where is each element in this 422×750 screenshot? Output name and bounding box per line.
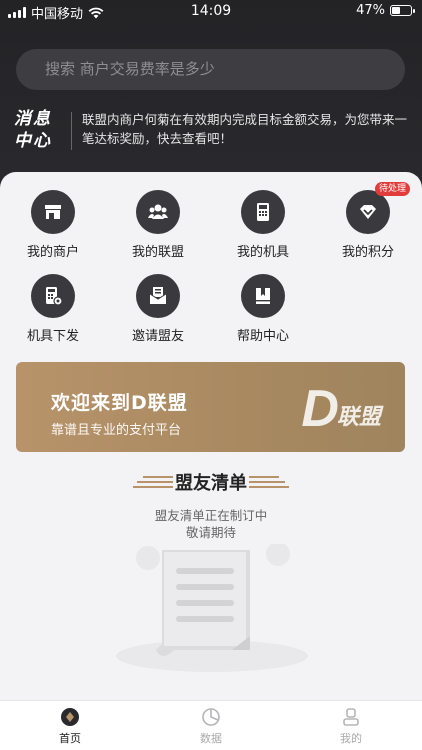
main-card: 我的商户 我的联盟 我的机具 待处理 我的积分 机具下发 邀请盟友 帮助中心 欢… — [0, 172, 422, 700]
tab-home[interactable]: 首页 — [30, 707, 110, 746]
grid-item-devices[interactable]: 我的机具 — [218, 190, 308, 260]
tab-mine-label: 我的 — [340, 732, 362, 745]
grid-label: 机具下发 — [26, 329, 79, 344]
pos-settings-icon — [31, 274, 75, 318]
message-center-notice[interactable]: 消息 中心 联盟内商户何菊在有效期内完成目标金额交易，为您带来一笔达标奖励，快去… — [0, 108, 422, 154]
tab-data-label: 数据 — [200, 732, 222, 745]
grid-item-alliance[interactable]: 我的联盟 — [113, 190, 203, 260]
store-icon — [31, 190, 75, 234]
status-bar: 中国移动 14:09 47% — [0, 0, 422, 24]
battery-icon — [390, 5, 415, 16]
user-icon — [343, 708, 359, 726]
pending-badge: 待处理 — [374, 182, 410, 196]
grid-item-help[interactable]: 帮助中心 — [218, 274, 308, 344]
message-center-logo-line1: 消息 — [14, 109, 52, 129]
grid-label: 帮助中心 — [236, 329, 289, 344]
chart-pie-icon — [202, 708, 220, 726]
invite-mail-icon — [136, 274, 180, 318]
tab-home-label: 首页 — [59, 732, 81, 745]
grid-item-points[interactable]: 待处理 我的积分 — [323, 182, 413, 260]
title-decoration-right — [249, 476, 289, 488]
empty-state-line2: 敬请期待 — [185, 525, 236, 540]
help-book-icon — [241, 274, 285, 318]
home-icon — [61, 708, 79, 726]
logo-text: 联盟 — [336, 405, 381, 430]
grid-item-invite[interactable]: 邀请盟友 — [113, 274, 203, 344]
grid-label: 邀请盟友 — [131, 329, 184, 344]
grid-label: 我的机具 — [236, 245, 289, 260]
welcome-banner[interactable]: 欢迎来到D联盟 靠谱且专业的支付平台 D 联盟 — [16, 362, 405, 452]
grid-label: 我的积分 — [341, 245, 394, 260]
grid-item-merchants[interactable]: 我的商户 — [8, 190, 98, 260]
tab-bar: 首页 数据 我的 — [0, 700, 422, 750]
empty-document-illustration — [116, 544, 308, 672]
message-center-logo-line2: 中心 — [14, 131, 52, 151]
grid-item-device-dispatch[interactable]: 机具下发 — [8, 274, 98, 344]
message-center-logo: 消息 中心 — [14, 108, 66, 152]
ally-list-title: 盟友清单 — [175, 473, 247, 494]
grid-label: 我的联盟 — [131, 245, 184, 260]
header: 中国移动 14:09 47% 搜索 商户交易费率是多少 消息 中心 联盟内商户何… — [0, 0, 422, 190]
search-input[interactable]: 搜索 商户交易费率是多少 — [16, 49, 405, 90]
divider — [71, 112, 72, 150]
logo-d: D — [301, 380, 339, 438]
group-icon — [136, 190, 180, 234]
banner-title: 欢迎来到D联盟 — [51, 392, 188, 414]
points-diamond-icon: 待处理 — [346, 182, 410, 234]
notice-text: 联盟内商户何菊在有效期内完成目标金额交易，为您带来一笔达标奖励，快去查看吧！ — [82, 112, 408, 146]
battery-percent: 47% — [356, 3, 385, 18]
pos-terminal-icon — [241, 190, 285, 234]
grid-label: 我的商户 — [26, 245, 79, 260]
d-alliance-logo: D 联盟 — [301, 380, 381, 438]
banner-subtitle: 靠谱且专业的支付平台 — [51, 423, 182, 438]
tab-data[interactable]: 数据 — [171, 707, 251, 746]
tab-mine[interactable]: 我的 — [311, 707, 391, 746]
